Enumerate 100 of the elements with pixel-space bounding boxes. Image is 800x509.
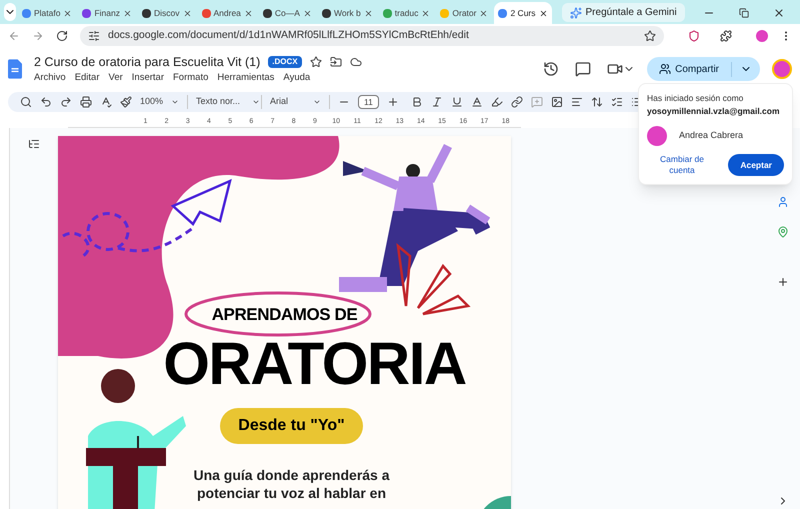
tab-title: 2 Curs [510, 6, 536, 20]
caret-icon [171, 98, 180, 106]
close-icon[interactable] [182, 8, 192, 18]
browser-tab[interactable]: Andrea [198, 2, 257, 24]
docs-logo-icon[interactable] [8, 59, 22, 79]
menu-item[interactable]: Editar [74, 71, 100, 86]
menu-item[interactable]: Formato [173, 71, 208, 86]
font-dropdown[interactable]: Arial [270, 95, 330, 109]
menu-item[interactable]: Herramientas [217, 71, 274, 86]
underline-icon[interactable] [450, 96, 463, 108]
browser-tab[interactable]: Finanz [78, 2, 136, 24]
close-icon[interactable] [302, 8, 312, 18]
poster-subtitle: potenciar tu voz al hablar en [196, 484, 386, 502]
close-icon[interactable] [364, 8, 373, 18]
add-icon[interactable] [777, 276, 789, 288]
site-icon [22, 8, 31, 18]
style-dropdown[interactable]: Texto nor... [196, 95, 262, 109]
move-icon[interactable] [330, 56, 342, 68]
cloud-icon[interactable] [350, 56, 362, 68]
reload-icon[interactable] [56, 30, 68, 42]
browser-tab[interactable]: Platafo [18, 2, 76, 24]
poster-pill: Desde tu "Yo" [220, 408, 363, 444]
comment-icon[interactable] [575, 61, 592, 77]
sparkle-icon [570, 6, 582, 18]
menu-item[interactable]: Insertar [132, 71, 164, 86]
close-icon[interactable] [479, 8, 488, 18]
link-icon[interactable] [510, 96, 523, 108]
extensions-icon[interactable] [720, 30, 732, 42]
outline-icon[interactable] [28, 138, 40, 150]
tab-title: Work b [334, 6, 361, 20]
document-title[interactable]: 2 Curso de oratoria para Escuelita Vit (1) [34, 52, 260, 72]
site-icon [82, 8, 92, 18]
browser-tab[interactable]: traduc [378, 2, 434, 24]
tab-title: Orator [452, 6, 476, 20]
site-icon [202, 8, 210, 18]
font-size-field[interactable]: 11 [358, 94, 379, 110]
site-icon [440, 8, 450, 18]
tab-title: Andrea [214, 6, 241, 20]
site-icon [322, 8, 331, 18]
browser-tab[interactable]: Co—A [258, 2, 316, 24]
close-icon[interactable] [421, 8, 430, 18]
back-icon[interactable] [8, 30, 20, 42]
zoom-dropdown[interactable]: 100% [140, 95, 188, 109]
italic-icon[interactable] [430, 96, 443, 108]
history-icon[interactable] [543, 61, 560, 77]
star-icon[interactable] [310, 56, 322, 68]
gemini-button[interactable]: Pregúntale a Gemini [562, 3, 685, 22]
undo-icon[interactable] [40, 96, 52, 108]
tab-list-button[interactable] [4, 3, 16, 21]
caret-icon [313, 98, 322, 106]
address-field[interactable]: docs.google.com/document/d/1d1nWAMRf05lLlfLZHOm5SYlCmBcRtEhh/edit [80, 26, 664, 46]
site-icon [382, 8, 392, 18]
menu-item[interactable]: Archivo [34, 71, 66, 86]
close-icon[interactable] [122, 8, 132, 18]
bookmark-icon[interactable] [644, 30, 656, 42]
people-icon [659, 63, 672, 75]
redo-icon[interactable] [60, 96, 72, 108]
highlighter-icon[interactable] [490, 96, 503, 108]
file-type-badge: .DOCX [268, 56, 302, 68]
paint-format-icon[interactable] [120, 96, 132, 108]
account-name: Andrea Cabrera [679, 128, 744, 142]
menu-item[interactable]: Ver [108, 71, 123, 86]
search-icon[interactable] [20, 96, 32, 108]
site-icon [262, 8, 272, 18]
spellcheck-icon[interactable] [100, 96, 112, 108]
close-icon[interactable] [63, 8, 72, 18]
accept-button[interactable]: Aceptar [728, 154, 784, 176]
close-icon[interactable] [772, 7, 785, 19]
close-icon[interactable] [538, 8, 548, 18]
url-text: docs.google.com/document/d/1d1nWAMRf05lLlfLZHOm5SYlCmBcRtEhh/edit [108, 28, 470, 44]
image-icon[interactable] [550, 96, 563, 108]
checklist-icon[interactable] [610, 96, 623, 108]
browser-tab[interactable]: Discov [138, 2, 196, 24]
account-avatar[interactable] [772, 59, 792, 79]
bold-icon[interactable] [410, 96, 423, 108]
print-icon[interactable] [80, 96, 92, 108]
browser-tab[interactable]: Work b [318, 2, 377, 24]
align-icon[interactable] [570, 96, 583, 108]
text-color-icon[interactable] [470, 96, 483, 108]
contacts-icon[interactable] [777, 196, 789, 208]
menu-item[interactable]: Ayuda [283, 71, 310, 86]
tab-title: traduc [394, 6, 418, 20]
account-email: yosoymillennial.vzla@gmail.com [647, 104, 781, 118]
site-settings-icon[interactable] [88, 30, 100, 42]
tab-title: Finanz [94, 6, 120, 20]
account-avatar [647, 126, 667, 146]
profile-avatar[interactable] [756, 30, 768, 42]
share-button[interactable]: Compartir [647, 57, 760, 81]
browser-tab[interactable]: 2 Curs [494, 2, 552, 24]
maps-icon[interactable] [777, 226, 789, 238]
tab-title: Co—A [274, 6, 300, 20]
close-icon[interactable] [244, 8, 253, 18]
increase-icon[interactable] [386, 96, 399, 108]
poster-kicker: APRENDAMOS DE [212, 304, 358, 326]
browser-tab[interactable]: Orator [436, 2, 492, 24]
switch-account-link[interactable]: Cambiar de cuenta [647, 154, 717, 176]
restore-icon[interactable] [738, 8, 749, 18]
line-spacing-icon[interactable] [590, 96, 603, 108]
extension-icon[interactable] [688, 30, 700, 42]
forward-icon[interactable] [32, 30, 44, 42]
